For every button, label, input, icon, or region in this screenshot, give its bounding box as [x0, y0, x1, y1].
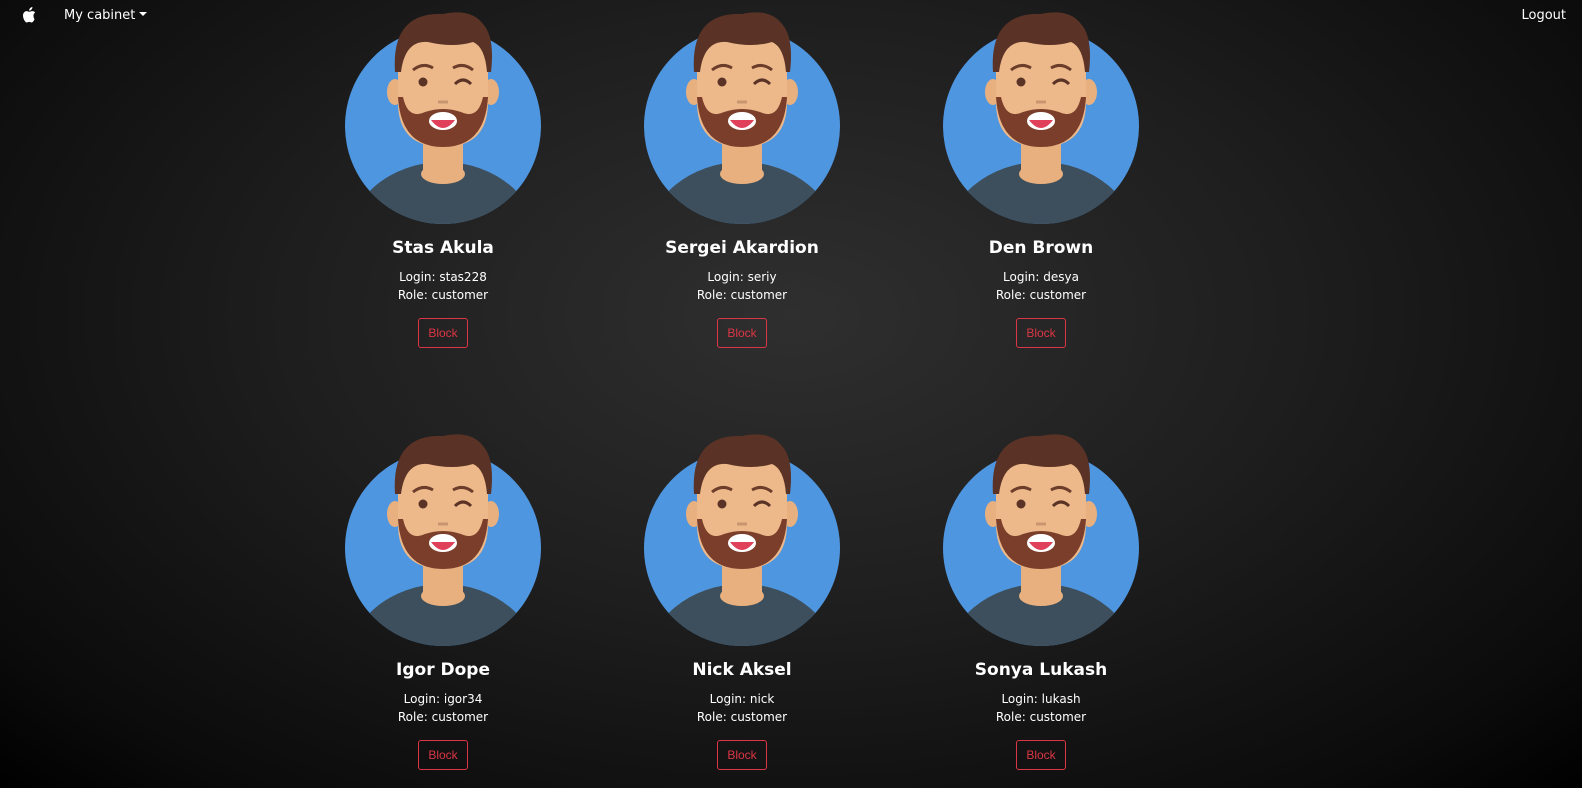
user-name: Nick Aksel [692, 660, 792, 680]
user-card: Nick Aksel Login: nick Role: customer Bl… [612, 434, 872, 770]
block-button[interactable]: Block [418, 740, 468, 770]
user-name: Stas Akula [392, 238, 494, 258]
block-button[interactable]: Block [1016, 318, 1066, 348]
apple-icon[interactable] [22, 7, 36, 23]
avatar [943, 434, 1139, 646]
user-card: Stas Akula Login: stas228 Role: customer… [313, 12, 573, 348]
my-cabinet-dropdown[interactable]: My cabinet [64, 8, 147, 23]
avatar [345, 434, 541, 646]
block-button[interactable]: Block [418, 318, 468, 348]
user-login: Login: seriy [707, 270, 777, 284]
navbar: My cabinet Logout [0, 0, 1582, 30]
user-login: Login: nick [709, 692, 775, 706]
user-card: Sergei Akardion Login: seriy Role: custo… [612, 12, 872, 348]
block-button[interactable]: Block [717, 318, 767, 348]
user-role: Role: customer [995, 710, 1087, 724]
avatar [345, 12, 541, 224]
user-name: Igor Dope [396, 660, 490, 680]
user-login: Login: lukash [1001, 692, 1081, 706]
user-role: Role: customer [696, 288, 788, 302]
avatar [644, 434, 840, 646]
user-card: Igor Dope Login: igor34 Role: customer B… [313, 434, 573, 770]
user-name: Sonya Lukash [974, 660, 1108, 680]
user-role: Role: customer [397, 710, 489, 724]
user-login: Login: desya [1003, 270, 1079, 284]
avatar [943, 12, 1139, 224]
block-button[interactable]: Block [717, 740, 767, 770]
user-login: Login: igor34 [403, 692, 483, 706]
user-login: Login: stas228 [399, 270, 487, 284]
user-card: Den Brown Login: desya Role: customer Bl… [911, 12, 1171, 348]
user-name: Sergei Akardion [665, 238, 819, 258]
block-button[interactable]: Block [1016, 740, 1066, 770]
logout-link[interactable]: Logout [1521, 8, 1566, 23]
user-role: Role: customer [696, 710, 788, 724]
user-card: Sonya Lukash Login: lukash Role: custome… [911, 434, 1171, 770]
user-role: Role: customer [995, 288, 1087, 302]
user-name: Den Brown [988, 238, 1094, 258]
user-role: Role: customer [397, 288, 489, 302]
avatar [644, 12, 840, 224]
